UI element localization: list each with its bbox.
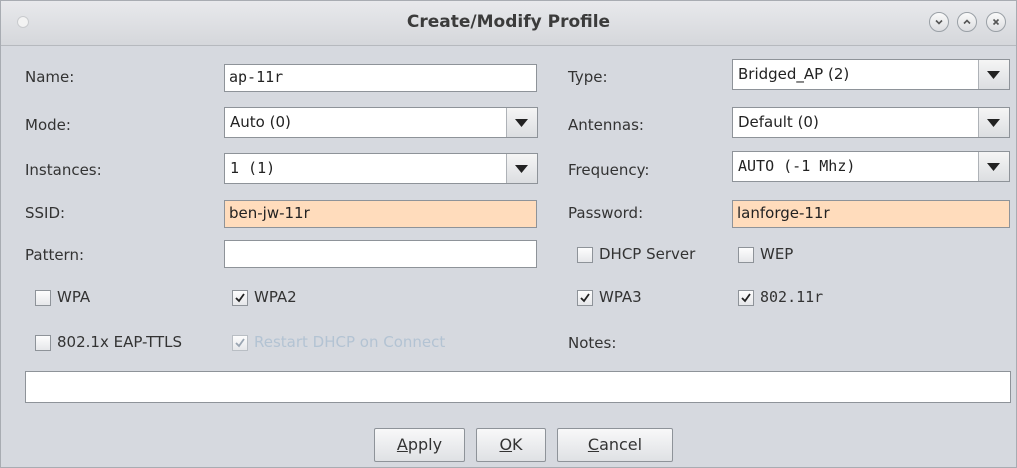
checkbox-box[interactable]	[577, 247, 593, 263]
apply-button[interactable]: Apply	[374, 428, 465, 462]
wep-label: WEP	[760, 245, 794, 263]
minimize-icon[interactable]	[929, 12, 949, 32]
checkbox-box[interactable]	[738, 290, 754, 306]
mode-value: Auto (0)	[230, 113, 291, 131]
frequency-select[interactable]: AUTO (-1 Mhz)	[732, 151, 1010, 182]
mode-select[interactable]: Auto (0)	[224, 107, 538, 138]
type-value: Bridged_AP (2)	[738, 65, 850, 83]
maximize-icon[interactable]	[957, 12, 977, 32]
name-label: Name:	[25, 68, 75, 86]
password-label: Password:	[568, 204, 644, 222]
notes-field[interactable]	[25, 371, 1011, 403]
wpa-label: WPA	[57, 288, 91, 306]
type-select[interactable]: Bridged_AP (2)	[732, 59, 1010, 90]
apply-mnemonic: A	[396, 435, 408, 454]
eap-ttls-label: 802.1x EAP-TTLS	[57, 333, 183, 351]
checkbox-box[interactable]	[35, 290, 51, 306]
pattern-label: Pattern:	[25, 246, 85, 264]
wpa3-label: WPA3	[599, 288, 642, 306]
antennas-value: Default (0)	[738, 113, 819, 131]
window-title: Create/Modify Profile	[406, 12, 611, 32]
instances-select[interactable]: 1 (1)	[224, 153, 538, 184]
type-label: Type:	[568, 68, 608, 86]
notes-label: Notes:	[568, 334, 617, 352]
ssid-label: SSID:	[25, 204, 66, 222]
name-field[interactable]: ap-11r	[224, 64, 537, 92]
cancel-label-rest: ancel	[599, 435, 643, 454]
frequency-label: Frequency:	[568, 161, 650, 179]
apply-label-rest: pply	[407, 435, 443, 454]
antennas-select[interactable]: Default (0)	[732, 107, 1010, 138]
chevron-down-icon[interactable]	[506, 108, 537, 137]
title-bar[interactable]: Create/Modify Profile	[1, 1, 1016, 46]
mode-label: Mode:	[25, 116, 71, 134]
ok-button[interactable]: OK	[476, 428, 546, 462]
antennas-label: Antennas:	[568, 116, 644, 134]
check-icon	[741, 293, 751, 303]
check-icon	[235, 338, 245, 348]
checkbox-box	[232, 335, 248, 351]
chevron-down-icon[interactable]	[978, 152, 1009, 181]
chevron-down-icon[interactable]	[506, 154, 537, 183]
check-icon	[235, 293, 245, 303]
instances-label: Instances:	[25, 161, 102, 179]
chevron-down-icon[interactable]	[978, 108, 1009, 137]
chevron-down-icon[interactable]	[978, 60, 1009, 89]
dhcp-server-label: DHCP Server	[599, 245, 696, 263]
80211r-label: 802.11r	[760, 288, 824, 306]
checkbox-box[interactable]	[35, 335, 51, 351]
cancel-mnemonic: C	[587, 435, 600, 454]
cancel-button[interactable]: Cancel	[557, 428, 673, 462]
checkbox-box[interactable]	[232, 290, 248, 306]
ok-mnemonic: O	[499, 435, 513, 454]
restart-dhcp-label: Restart DHCP on Connect	[254, 333, 446, 351]
checkbox-box[interactable]	[577, 290, 593, 306]
check-icon	[580, 293, 590, 303]
password-field[interactable]: lanforge-11r	[732, 200, 1010, 228]
pattern-field[interactable]	[224, 240, 537, 268]
instances-value: 1 (1)	[230, 159, 276, 177]
ssid-field[interactable]: ben-jw-11r	[224, 200, 537, 228]
close-icon[interactable]	[986, 12, 1006, 32]
profile-dialog: Create/Modify Profile Name: ap-11r Type:…	[0, 0, 1017, 468]
ok-label-rest: K	[512, 435, 523, 454]
frequency-value: AUTO (-1 Mhz)	[738, 157, 856, 175]
wpa2-label: WPA2	[254, 288, 297, 306]
checkbox-box[interactable]	[738, 247, 754, 263]
